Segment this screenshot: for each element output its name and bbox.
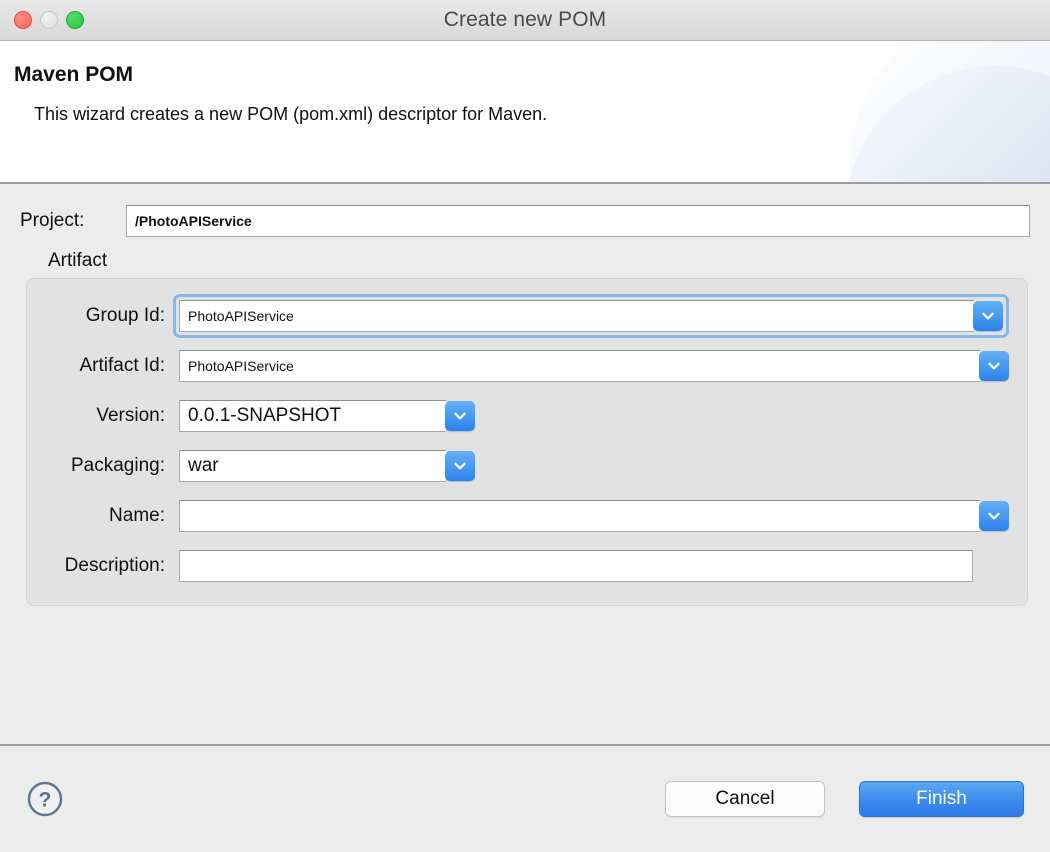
field-row: Packaging: war [27,445,1027,487]
name-label: Name: [27,505,179,527]
svg-text:?: ? [39,789,52,812]
field-row: Description: [27,545,1027,587]
artifact-groupbox: Group Id: PhotoAPIService Artifact Id: P… [26,278,1028,606]
field-row: Name: [27,495,1027,537]
page-description: This wizard creates a new POM (pom.xml) … [34,104,1050,125]
create-new-pom-dialog: Create new POM Maven POM This wizard cre… [0,0,1050,852]
project-label: Project: [20,210,106,232]
title-bar: Create new POM [0,0,1050,41]
artifact-id-label: Artifact Id: [27,355,179,377]
wizard-body: Project: /PhotoAPIService Artifact Group… [0,184,1050,744]
window-title: Create new POM [444,8,606,32]
page-title: Maven POM [14,63,1050,87]
help-icon[interactable]: ? [26,780,64,818]
field-row: Version: 0.0.1-SNAPSHOT [27,395,1027,437]
minimize-button[interactable] [40,11,58,29]
version-input[interactable]: 0.0.1-SNAPSHOT [179,400,446,432]
window-controls [14,11,84,29]
wizard-header: Maven POM This wizard creates a new POM … [0,41,1050,184]
cancel-button[interactable]: Cancel [665,781,825,817]
version-label: Version: [27,405,179,427]
finish-button[interactable]: Finish [859,781,1024,817]
project-row: Project: /PhotoAPIService [0,184,1050,237]
packaging-label: Packaging: [27,455,179,477]
name-input[interactable] [179,500,980,532]
chevron-down-icon[interactable] [979,501,1009,531]
chevron-down-icon[interactable] [979,351,1009,381]
artifact-id-input[interactable]: PhotoAPIService [179,350,980,382]
group-id-combo[interactable]: PhotoAPIService [173,294,1009,338]
version-combo[interactable]: 0.0.1-SNAPSHOT [179,400,475,432]
name-combo[interactable] [179,500,1009,532]
close-button[interactable] [14,11,32,29]
field-row: Group Id: PhotoAPIService [27,295,1027,337]
field-row: Artifact Id: PhotoAPIService [27,345,1027,387]
maximize-button[interactable] [66,11,84,29]
project-input[interactable]: /PhotoAPIService [126,205,1030,237]
description-label: Description: [27,555,179,577]
group-id-input[interactable]: PhotoAPIService [179,300,974,332]
group-id-label: Group Id: [27,305,179,327]
description-input[interactable] [179,550,973,582]
chevron-down-icon[interactable] [973,301,1003,331]
dialog-footer: ? Cancel Finish [0,744,1050,852]
artifact-id-combo[interactable]: PhotoAPIService [179,350,1009,382]
chevron-down-icon[interactable] [445,451,475,481]
packaging-input[interactable]: war [179,450,446,482]
artifact-group-legend: Artifact [48,250,1050,272]
packaging-combo[interactable]: war [179,450,475,482]
chevron-down-icon[interactable] [445,401,475,431]
